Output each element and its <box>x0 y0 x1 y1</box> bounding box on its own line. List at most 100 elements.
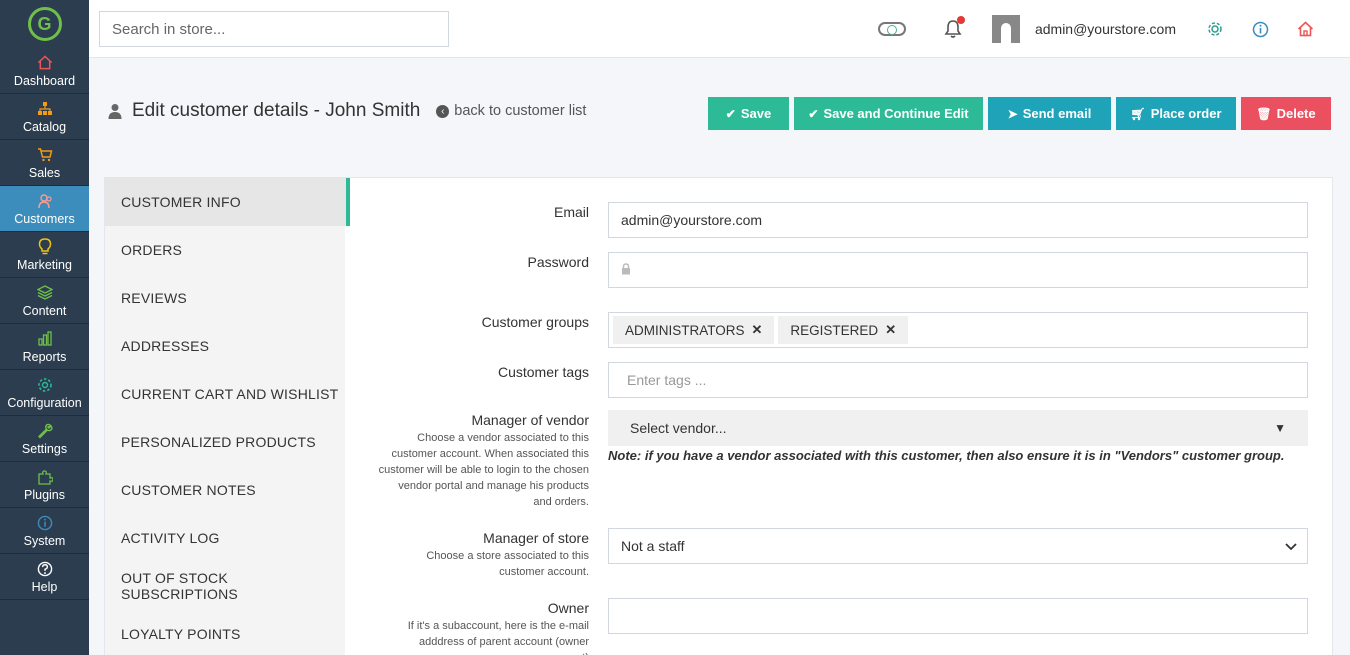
remove-tag-icon[interactable]: ✕ <box>752 322 763 338</box>
vendor-select[interactable]: Select vendor... ▼ <box>608 410 1308 446</box>
logo[interactable]: G <box>0 0 89 48</box>
customer-edit-panel: CUSTOMER INFO ORDERS REVIEWS ADDRESSES CURRE… <box>104 177 1333 655</box>
tab-loyalty-points[interactable]: LOYALTY POINTS <box>105 610 345 655</box>
layers-icon <box>36 284 54 302</box>
sidebar-item-catalog[interactable]: Catalog <box>0 94 89 140</box>
sidebar-item-help[interactable]: Help <box>0 554 89 600</box>
sidebar-item-settings[interactable]: Settings <box>0 416 89 462</box>
owner-label: Owner <box>547 600 589 616</box>
owner-field[interactable] <box>608 598 1308 634</box>
top-bar: admin@yourstore.com <box>89 0 1350 58</box>
logo-mark: G <box>27 7 62 41</box>
store-select[interactable]: Not a staff <box>608 528 1308 564</box>
group-tag: REGISTERED ✕ <box>778 316 909 344</box>
avatar[interactable] <box>991 15 1020 43</box>
tab-list: CUSTOMER INFO ORDERS REVIEWS ADDRESSES CURRE… <box>105 178 350 655</box>
email-value: admin@yourstore.com <box>621 212 763 228</box>
back-link-label: back to customer list <box>454 103 587 119</box>
trash-icon: 🗑︎ <box>1256 106 1272 121</box>
sidebar-item-label: Reports <box>22 349 67 364</box>
tab-out-of-stock-subscriptions[interactable]: OUT OF STOCK SUBSCRIPTIONS <box>105 562 345 610</box>
vendor-select-value: Select vendor... <box>630 420 727 436</box>
place-order-label: Place order <box>1150 106 1222 121</box>
info-icon[interactable] <box>1251 20 1269 38</box>
gear-icon <box>36 376 54 394</box>
tab-activity-log[interactable]: ACTIVITY LOG <box>105 514 345 562</box>
sidebar-item-label: System <box>23 533 66 548</box>
delete-label: Delete <box>1276 106 1316 121</box>
save-continue-label: Save and Continue Edit <box>823 106 969 121</box>
place-order-button[interactable]: 🛒︎ Place order <box>1116 97 1236 130</box>
save-continue-button[interactable]: ✔ Save and Continue Edit <box>794 97 983 130</box>
vendor-description: Choose a vendor associated to this custo… <box>378 432 589 508</box>
check-icon: ✔ <box>725 106 736 121</box>
send-email-label: Send email <box>1022 106 1092 121</box>
delete-button[interactable]: 🗑︎ Delete <box>1241 97 1331 130</box>
tab-reviews[interactable]: REVIEWS <box>105 274 345 322</box>
home-icon[interactable] <box>1296 20 1314 38</box>
tab-customer-notes[interactable]: CUSTOMER NOTES <box>105 466 345 514</box>
back-to-list-link[interactable]: ‹ back to customer list <box>436 103 586 119</box>
customer-groups-field[interactable]: ADMINISTRATORS ✕ REGISTERED ✕ <box>608 312 1308 348</box>
sidebar: G Dashboard Catalog Sales Customers Marketin… <box>0 0 89 655</box>
password-label: Password <box>527 254 589 270</box>
chevron-down-icon <box>1285 538 1297 554</box>
manager-of-vendor-label: Manager of vendor <box>471 412 589 428</box>
question-icon <box>36 560 54 578</box>
info-icon <box>36 514 54 532</box>
wrench-icon <box>36 422 54 440</box>
sidebar-item-label: Plugins <box>24 487 65 502</box>
password-field[interactable] <box>608 252 1308 288</box>
sidebar-item-sales[interactable]: Sales <box>0 140 89 186</box>
customer-tags-field[interactable]: Enter tags ... <box>608 362 1308 398</box>
notifications-bell-icon[interactable] <box>944 16 965 39</box>
user-email[interactable]: admin@yourstore.com <box>1035 21 1176 37</box>
sidebar-item-label: Catalog <box>22 119 67 134</box>
group-tag-label: ADMINISTRATORS <box>625 322 745 338</box>
email-field[interactable]: admin@yourstore.com <box>608 202 1308 238</box>
group-tag: ADMINISTRATORS ✕ <box>613 316 775 344</box>
cart-icon: 🛒︎ <box>1130 106 1146 121</box>
sidebar-item-label: Help <box>31 579 58 594</box>
notification-dot <box>956 16 965 24</box>
sidebar-item-label: Sales <box>28 165 61 180</box>
tab-orders[interactable]: ORDERS <box>105 226 345 274</box>
sidebar-item-label: Content <box>22 303 67 318</box>
sidebar-item-reports[interactable]: Reports <box>0 324 89 370</box>
sitemap-icon <box>36 100 54 118</box>
caret-down-icon: ▼ <box>1274 421 1286 435</box>
sidebar-item-dashboard[interactable]: Dashboard <box>0 48 89 94</box>
customer-info-form: Email admin@yourstore.com Password Custo… <box>349 178 1332 655</box>
tab-customer-info[interactable]: CUSTOMER INFO <box>105 178 350 226</box>
page-title: Edit customer details - John Smith <box>132 100 421 121</box>
sidebar-item-content[interactable]: Content <box>0 278 89 324</box>
tab-addresses[interactable]: ADDRESSES <box>105 322 345 370</box>
sidebar-item-customers[interactable]: Customers <box>0 186 89 232</box>
save-button[interactable]: ✔ Save <box>708 97 789 130</box>
tab-current-cart-and-wishlist[interactable]: CURRENT CART AND WISHLIST <box>105 370 345 418</box>
email-label: Email <box>553 204 589 220</box>
sidebar-item-plugins[interactable]: Plugins <box>0 462 89 508</box>
arrow-left-circle-icon: ‹ <box>436 104 450 118</box>
sidebar-item-label: Customers <box>14 211 75 226</box>
sidebar-item-label: Dashboard <box>13 73 76 88</box>
store-select-value: Not a staff <box>621 538 685 554</box>
remove-tag-icon[interactable]: ✕ <box>885 322 896 338</box>
sidebar-item-marketing[interactable]: Marketing <box>0 232 89 278</box>
user-icon <box>108 103 122 119</box>
cart-icon <box>36 146 54 164</box>
send-email-button[interactable]: ➤ Send email <box>988 97 1111 130</box>
theme-toggle-icon[interactable] <box>877 22 906 36</box>
lock-icon <box>621 262 631 278</box>
gear-icon[interactable] <box>1206 20 1224 38</box>
sidebar-item-configuration[interactable]: Configuration <box>0 370 89 416</box>
home-icon <box>36 54 54 72</box>
sidebar-item-system[interactable]: System <box>0 508 89 554</box>
search-input[interactable] <box>99 11 449 47</box>
tab-personalized-products[interactable]: PERSONALIZED PRODUCTS <box>105 418 345 466</box>
customer-groups-label: Customer groups <box>481 314 589 330</box>
puzzle-icon <box>36 468 54 486</box>
sidebar-item-label: Configuration <box>7 395 82 410</box>
customer-tags-label: Customer tags <box>497 364 589 380</box>
manager-of-store-label: Manager of store <box>483 530 589 546</box>
